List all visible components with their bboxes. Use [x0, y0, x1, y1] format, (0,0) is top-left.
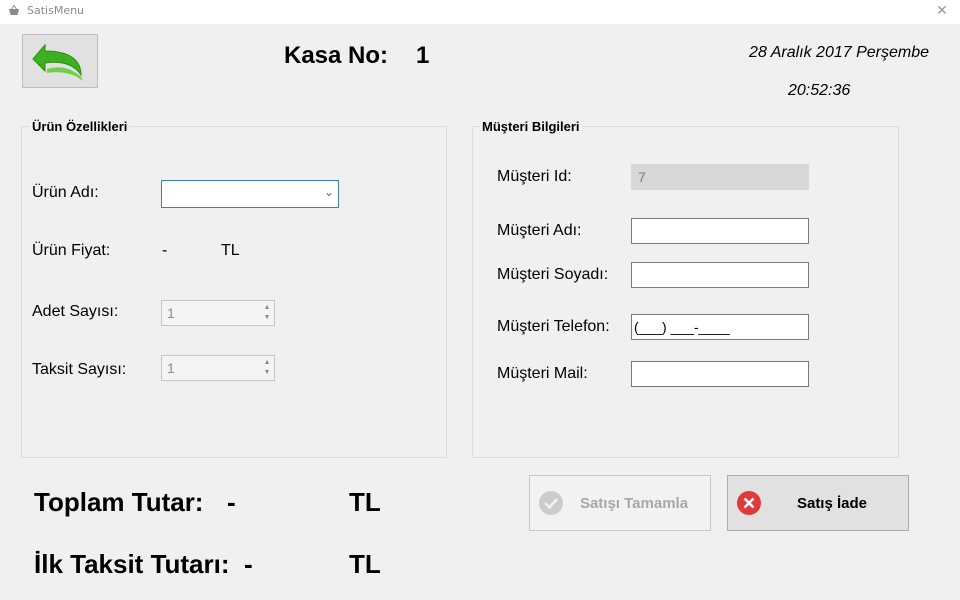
urun-group-title: Ürün Özellikleri: [30, 119, 130, 134]
kasa-value: 1: [416, 42, 430, 69]
spin-down-icon[interactable]: ▼: [262, 368, 272, 378]
adet-sayisi-label: Adet Sayısı:: [32, 303, 119, 320]
musteri-telefon-label: Müşteri Telefon:: [497, 318, 610, 335]
musteri-mail-field[interactable]: [631, 361, 809, 387]
satis-iade-label: Satış İade: [796, 495, 868, 512]
musteri-soyadi-field[interactable]: [631, 262, 809, 288]
basket-icon: [9, 4, 19, 15]
taksit-sayisi-stepper[interactable]: 1 ▲ ▼: [161, 355, 275, 381]
ilk-taksit-label: İlk Taksit Tutarı:: [34, 549, 230, 579]
title-bar: SatisMenu ✕: [0, 0, 960, 24]
toplam-tutar-label: Toplam Tutar:: [34, 487, 204, 517]
musteri-adi-label: Müşteri Adı:: [497, 222, 582, 239]
kasa-label: Kasa No:: [284, 42, 389, 69]
satisi-tamamla-button[interactable]: Satışı Tamamla: [529, 475, 711, 531]
satisi-tamamla-label: Satışı Tamamla: [579, 495, 689, 512]
adet-sayisi-value: 1: [167, 305, 175, 321]
back-button[interactable]: [22, 34, 98, 88]
spin-down-icon[interactable]: ▼: [262, 313, 272, 323]
chevron-down-icon[interactable]: ⌄: [324, 185, 334, 199]
musteri-soyadi-label: Müşteri Soyadı:: [497, 266, 609, 283]
ilk-taksit-value: -: [244, 549, 253, 579]
date-text: 28 Aralık 2017 Perşembe: [749, 44, 929, 61]
adet-sayisi-stepper[interactable]: 1 ▲ ▼: [161, 300, 275, 326]
musteri-adi-field[interactable]: [631, 218, 809, 244]
taksit-sayisi-label: Taksit Sayısı:: [32, 361, 127, 378]
urun-fiyat-label: Ürün Fiyat:: [32, 242, 111, 259]
window-title: SatisMenu: [27, 4, 85, 17]
time-text: 20:52:36: [788, 82, 851, 99]
urun-adi-label: Ürün Adı:: [32, 184, 99, 201]
spin-up-icon[interactable]: ▲: [262, 358, 272, 368]
toplam-tutar-value: -: [227, 487, 236, 517]
musteri-telefon-field[interactable]: [631, 314, 809, 340]
musteri-id-field: [631, 164, 809, 190]
urun-adi-combobox[interactable]: ⌄: [161, 180, 339, 208]
musteri-mail-label: Müşteri Mail:: [497, 365, 588, 382]
urun-fiyat-value: -: [162, 242, 168, 259]
urun-groupbox: [21, 126, 447, 458]
back-arrow-icon: [32, 43, 83, 81]
toplam-tutar-unit: TL: [349, 487, 381, 517]
musteri-group-title: Müşteri Bilgileri: [480, 119, 582, 134]
satis-iade-button[interactable]: Satış İade: [727, 475, 909, 531]
ilk-taksit-unit: TL: [349, 549, 381, 579]
musteri-id-label: Müşteri Id:: [497, 168, 572, 185]
spin-up-icon[interactable]: ▲: [262, 303, 272, 313]
urun-fiyat-unit: TL: [221, 242, 240, 259]
taksit-sayisi-value: 1: [167, 360, 175, 376]
close-icon[interactable]: ✕: [932, 0, 952, 22]
